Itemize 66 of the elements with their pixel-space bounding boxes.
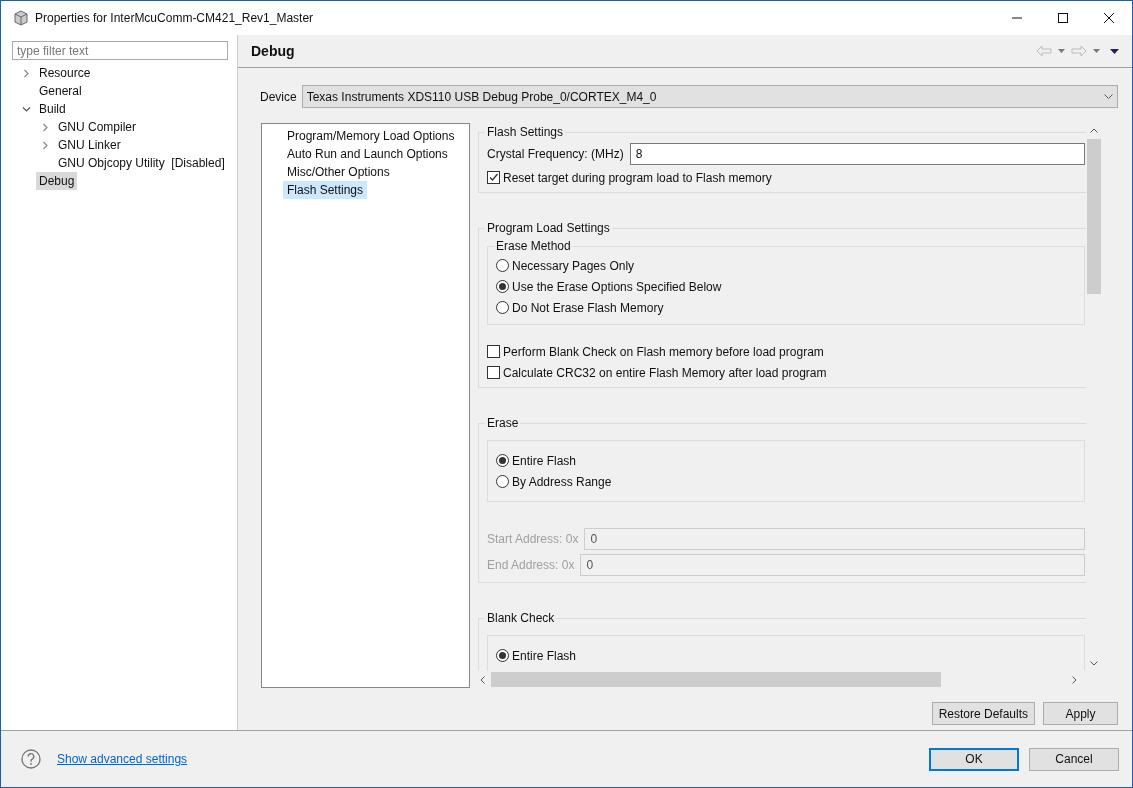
- scroll-left-icon[interactable]: [480, 675, 485, 684]
- tree-item[interactable]: General: [36, 82, 85, 100]
- radio-button[interactable]: [496, 259, 509, 272]
- scrollbar-thumb[interactable]: [1086, 139, 1101, 294]
- chevron-down-icon: [1104, 93, 1113, 100]
- category-item[interactable]: Flash Settings: [283, 181, 368, 199]
- radio-button[interactable]: [496, 301, 509, 314]
- group-title: Blank Check: [486, 610, 556, 627]
- radio-button[interactable]: [496, 454, 509, 467]
- checkbox-label: Perform Blank Check on Flash memory before load program: [503, 343, 824, 361]
- field-label: Crystal Frequency: (MHz): [487, 146, 624, 163]
- radio-label: By Address Range: [512, 473, 612, 491]
- group-title: Program Load Settings: [486, 220, 611, 237]
- radio-label: Necessary Pages Only: [512, 257, 635, 275]
- chevron-right-icon[interactable]: [41, 140, 50, 150]
- dropdown-caret-icon[interactable]: [1093, 49, 1100, 53]
- scroll-down-icon[interactable]: [1089, 661, 1098, 666]
- close-icon[interactable]: [1104, 13, 1114, 23]
- filter-field[interactable]: type filter text: [12, 41, 228, 60]
- checkbox[interactable]: [487, 366, 500, 379]
- category-item[interactable]: Misc/Other Options: [283, 163, 394, 181]
- help-icon[interactable]: [21, 749, 41, 769]
- radio-label: Do Not Erase Flash Memory: [512, 299, 664, 317]
- tree-item[interactable]: GNU Compiler: [55, 118, 139, 136]
- category-item[interactable]: Auto Run and Launch Options: [283, 145, 452, 163]
- group-title: Flash Settings: [486, 124, 565, 141]
- checkbox-label: Reset target during program load to Flash memory: [503, 169, 772, 187]
- chevron-right-icon[interactable]: [22, 68, 31, 78]
- tree-item[interactable]: Build: [36, 100, 69, 118]
- window-title: Properties for InterMcuComm-CM421_Rev1_Master: [35, 10, 314, 27]
- maximize-icon[interactable]: [1058, 13, 1068, 23]
- radio-button[interactable]: [496, 475, 509, 488]
- group-title: Erase Method: [495, 238, 572, 255]
- device-label: Device: [260, 88, 297, 106]
- radio-button[interactable]: [496, 649, 509, 662]
- page-title: Debug: [251, 41, 295, 61]
- scroll-up-icon[interactable]: [1089, 128, 1098, 133]
- tree-item[interactable]: GNU Objcopy Utility [Disabled]: [55, 154, 228, 172]
- dialog-button[interactable]: Cancel: [1029, 747, 1119, 771]
- chevron-down-icon[interactable]: [22, 104, 31, 114]
- checkbox[interactable]: [487, 345, 500, 358]
- page-button[interactable]: Restore Defaults: [931, 702, 1035, 725]
- tree-item[interactable]: GNU Linker: [55, 136, 124, 154]
- dropdown-caret-icon[interactable]: [1058, 49, 1065, 53]
- field-label: End Address: 0x: [487, 557, 575, 574]
- tree-item[interactable]: Debug: [36, 172, 78, 190]
- checkbox[interactable]: [487, 171, 500, 184]
- radio-label: Use the Erase Options Specified Below: [512, 278, 722, 296]
- chevron-right-icon[interactable]: [41, 122, 50, 132]
- device-dropdown[interactable]: Texas Instruments XDS110 USB Debug Probe_0/CORTEX_M4_0: [301, 85, 1118, 108]
- scroll-right-icon[interactable]: [1072, 675, 1077, 684]
- radio-label: Entire Flash: [512, 647, 577, 665]
- group-title: Erase: [486, 415, 520, 432]
- show-advanced-settings-link[interactable]: Show advanced settings: [57, 750, 188, 768]
- page-button[interactable]: Apply: [1043, 702, 1118, 725]
- category-item[interactable]: Program/Memory Load Options: [283, 127, 459, 145]
- radio-label: Entire Flash: [512, 452, 577, 470]
- cube-icon: [13, 10, 29, 26]
- scrollbar-thumb[interactable]: [491, 672, 941, 687]
- menu-caret-icon[interactable]: [1110, 48, 1119, 54]
- dialog-button[interactable]: OK: [929, 747, 1019, 771]
- radio-button[interactable]: [496, 280, 509, 293]
- input-field[interactable]: 8: [629, 143, 1085, 165]
- tree-item[interactable]: Resource: [36, 64, 94, 82]
- checkbox-label: Calculate CRC32 on entire Flash Memory after load program: [503, 364, 827, 382]
- field-label: Start Address: 0x: [487, 531, 579, 548]
